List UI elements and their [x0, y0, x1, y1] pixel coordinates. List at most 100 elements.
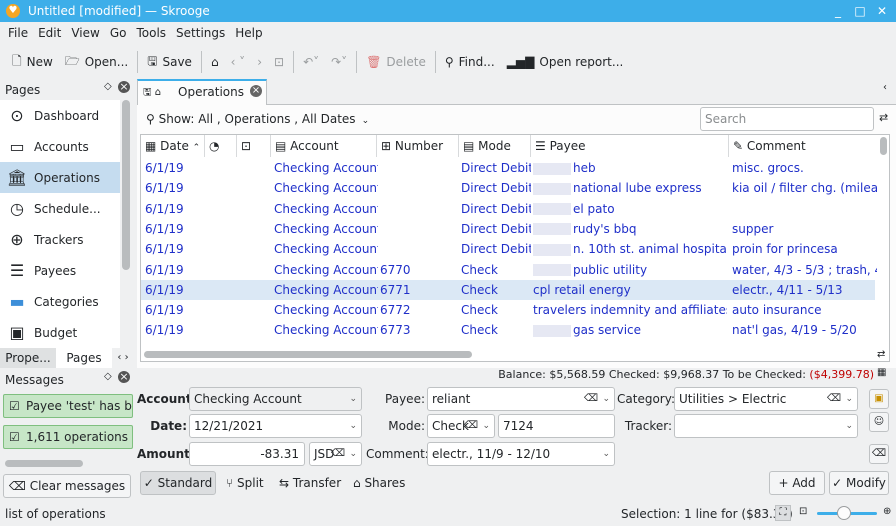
table-row[interactable]: 6/1/19 Checking Account Direct Debit heb mis… [141, 158, 875, 178]
undo-button[interactable]: ↶˅ [297, 49, 325, 75]
table-row[interactable]: 6/1/19 Checking Account Direct Debit n. 10t… [141, 239, 875, 259]
nav-trackers[interactable]: ⊕ Trackers [0, 224, 120, 255]
tab-menu-icon[interactable]: ‹ [883, 82, 887, 93]
float-icon[interactable]: ◇ [104, 371, 112, 382]
clear-icon[interactable]: ⌫ [827, 388, 841, 410]
zoom-slider-handle[interactable] [837, 506, 851, 520]
pages-scrollbar[interactable] [122, 100, 130, 270]
column-date[interactable]: ▦ Date ⌃ [141, 135, 205, 157]
home-button[interactable]: ⌂ [205, 49, 225, 75]
clear-messages-button[interactable]: ⌫ Clear messages [3, 474, 131, 498]
mode-select[interactable]: Check ⌫ ⌄ [427, 414, 495, 438]
favorite-icon[interactable]: ▣ [869, 389, 889, 409]
column-number[interactable]: ⊞ Number [377, 135, 459, 157]
tab-operations[interactable]: 🖫 ⌂ Operations × [137, 79, 267, 105]
maximize-icon[interactable]: □ [852, 4, 868, 18]
cell-text: Direct Debit [461, 201, 531, 216]
modify-button[interactable]: ✓ Modify [829, 471, 889, 495]
currency-select[interactable]: JSD ⌫ ⌄ [309, 442, 362, 466]
table-row[interactable]: 6/1/19 Checking Account 6772 Check travelers… [141, 300, 875, 320]
back-button[interactable]: ‹ ˅ [225, 49, 252, 75]
messages-scrollbar[interactable] [5, 460, 83, 467]
menu-go[interactable]: Go [105, 26, 132, 40]
cell-number [380, 178, 458, 198]
add-button[interactable]: + Add [769, 471, 825, 495]
save-button[interactable]: 🖫 Save [141, 49, 198, 75]
tab-scroll-arrows[interactable]: ‹ › [112, 348, 134, 368]
tab-properties[interactable]: Prope... [0, 348, 56, 368]
forward-button[interactable]: › [251, 49, 268, 75]
table-vscroll[interactable] [880, 137, 887, 155]
menu-tools[interactable]: Tools [131, 26, 171, 40]
comment-field[interactable]: electr., 11/9 - 12/10 ⌄ [427, 442, 615, 466]
table-row[interactable]: 6/1/19 Checking Account 6770 Check public ut… [141, 260, 877, 280]
table-row[interactable]: 6/1/19 Checking Account Direct Debit el pat… [141, 199, 875, 219]
filter-dropdown[interactable]: ⚲ Show: All , Operations , All Dates ⌄ [146, 112, 369, 126]
date-field[interactable]: 12/21/2021 ⌄ [189, 414, 362, 438]
table-hscroll[interactable] [144, 351, 472, 358]
bookmark-button[interactable]: ⊡ [268, 49, 290, 75]
tab-transfer[interactable]: ⇆ Transfer [279, 476, 341, 490]
column-comment[interactable]: ✎ Comment [729, 135, 877, 157]
nav-schedule[interactable]: ◷ Schedule... [0, 193, 120, 224]
minimize-icon[interactable]: _ [830, 4, 846, 18]
close-tab-icon[interactable]: × [250, 85, 262, 97]
tab-shares[interactable]: ⌂ Shares [353, 476, 405, 490]
account-select[interactable]: Checking Account ⌄ [189, 387, 362, 411]
table-settings-icon[interactable]: ⇄ [877, 349, 885, 360]
nav-categories[interactable]: ▬ Categories [0, 286, 120, 317]
table-row[interactable]: 6/1/19 Checking Account 6773 Check gas servi… [141, 320, 875, 340]
open-button[interactable]: 🗁 Open... [59, 49, 134, 75]
close-panel-icon[interactable]: × [118, 81, 130, 93]
new-button[interactable]: 🗋 New [6, 49, 59, 75]
menu-settings[interactable]: Settings [171, 26, 230, 40]
tab-standard[interactable]: ✓ Standard [140, 471, 216, 495]
clear-editor-icon[interactable]: ⌫ [869, 444, 889, 464]
search-input[interactable]: Search [700, 107, 874, 131]
smiley-icon[interactable]: ☺ [869, 412, 889, 432]
menu-help[interactable]: Help [230, 26, 267, 40]
find-button[interactable]: ⚲ Find... [439, 49, 501, 75]
clear-icon[interactable]: ⌫ [584, 388, 598, 410]
nav-budget[interactable]: ▣ Budget [0, 317, 120, 348]
menu-view[interactable]: View [66, 26, 104, 40]
clear-icon[interactable]: ⌫ [464, 415, 478, 437]
zoom-reset-icon[interactable]: ⊡ [799, 506, 807, 517]
column-status[interactable]: ◔ [205, 135, 237, 157]
column-payee[interactable]: ☰ Payee [531, 135, 729, 157]
table-row[interactable]: 6/1/19 Checking Account Direct Debit rudy's… [141, 219, 875, 239]
settings-icon[interactable]: ⇄ [879, 111, 888, 124]
cell-text: 6/1/19 [145, 161, 184, 175]
clear-icon[interactable]: ⌫ [331, 443, 345, 465]
zoom-in-icon[interactable]: ⊕ [883, 506, 891, 517]
number-field[interactable]: 7124 [498, 414, 615, 438]
table-row[interactable]: 6/1/19 Checking Account 6771 Check cpl retai… [141, 279, 875, 300]
menu-edit[interactable]: Edit [33, 26, 66, 40]
close-icon[interactable]: ✕ [874, 4, 890, 18]
column-mode[interactable]: ▤ Mode [459, 135, 531, 157]
close-panel-icon[interactable]: × [118, 371, 130, 383]
table-row[interactable]: 6/1/19 Checking Account Direct Debit nation… [141, 178, 877, 198]
shares-icon: ⌂ [353, 476, 365, 490]
column-bookmark[interactable]: ⊡ [237, 135, 271, 157]
open-report-button[interactable]: ▂▅▇ Open report... [501, 49, 630, 75]
nav-operations[interactable]: 🏛 Operations [0, 162, 120, 193]
redo-button[interactable]: ↷˅ [325, 49, 353, 75]
column-account[interactable]: ▤ Account [271, 135, 377, 157]
menu-file[interactable]: File [3, 26, 33, 40]
amount-field[interactable]: -83.31 [189, 442, 305, 466]
nav-accounts[interactable]: ▭ Accounts [0, 131, 120, 162]
balance-info-icon[interactable]: ▦ [877, 367, 886, 378]
float-icon[interactable]: ◇ [104, 81, 112, 92]
tab-split[interactable]: ⑂ Split [226, 476, 264, 490]
delete-button[interactable]: 🗑 Delete [360, 49, 432, 75]
tracker-select[interactable]: ⌄ [674, 414, 858, 438]
category-select[interactable]: Utilities > Electric ⌫ ⌄ [674, 387, 858, 411]
tab-pages[interactable]: Pages [56, 348, 112, 368]
nav-dashboard[interactable]: ⊙ Dashboard [0, 100, 120, 131]
target-icon: ⊕ [10, 229, 24, 249]
zoom-fit-icon[interactable]: ⛶ [775, 505, 791, 521]
payee-select[interactable]: reliant ⌫ ⌄ [427, 387, 615, 411]
nav-payees[interactable]: ☰ Payees [0, 255, 120, 286]
cell-mode: Check [461, 320, 531, 340]
